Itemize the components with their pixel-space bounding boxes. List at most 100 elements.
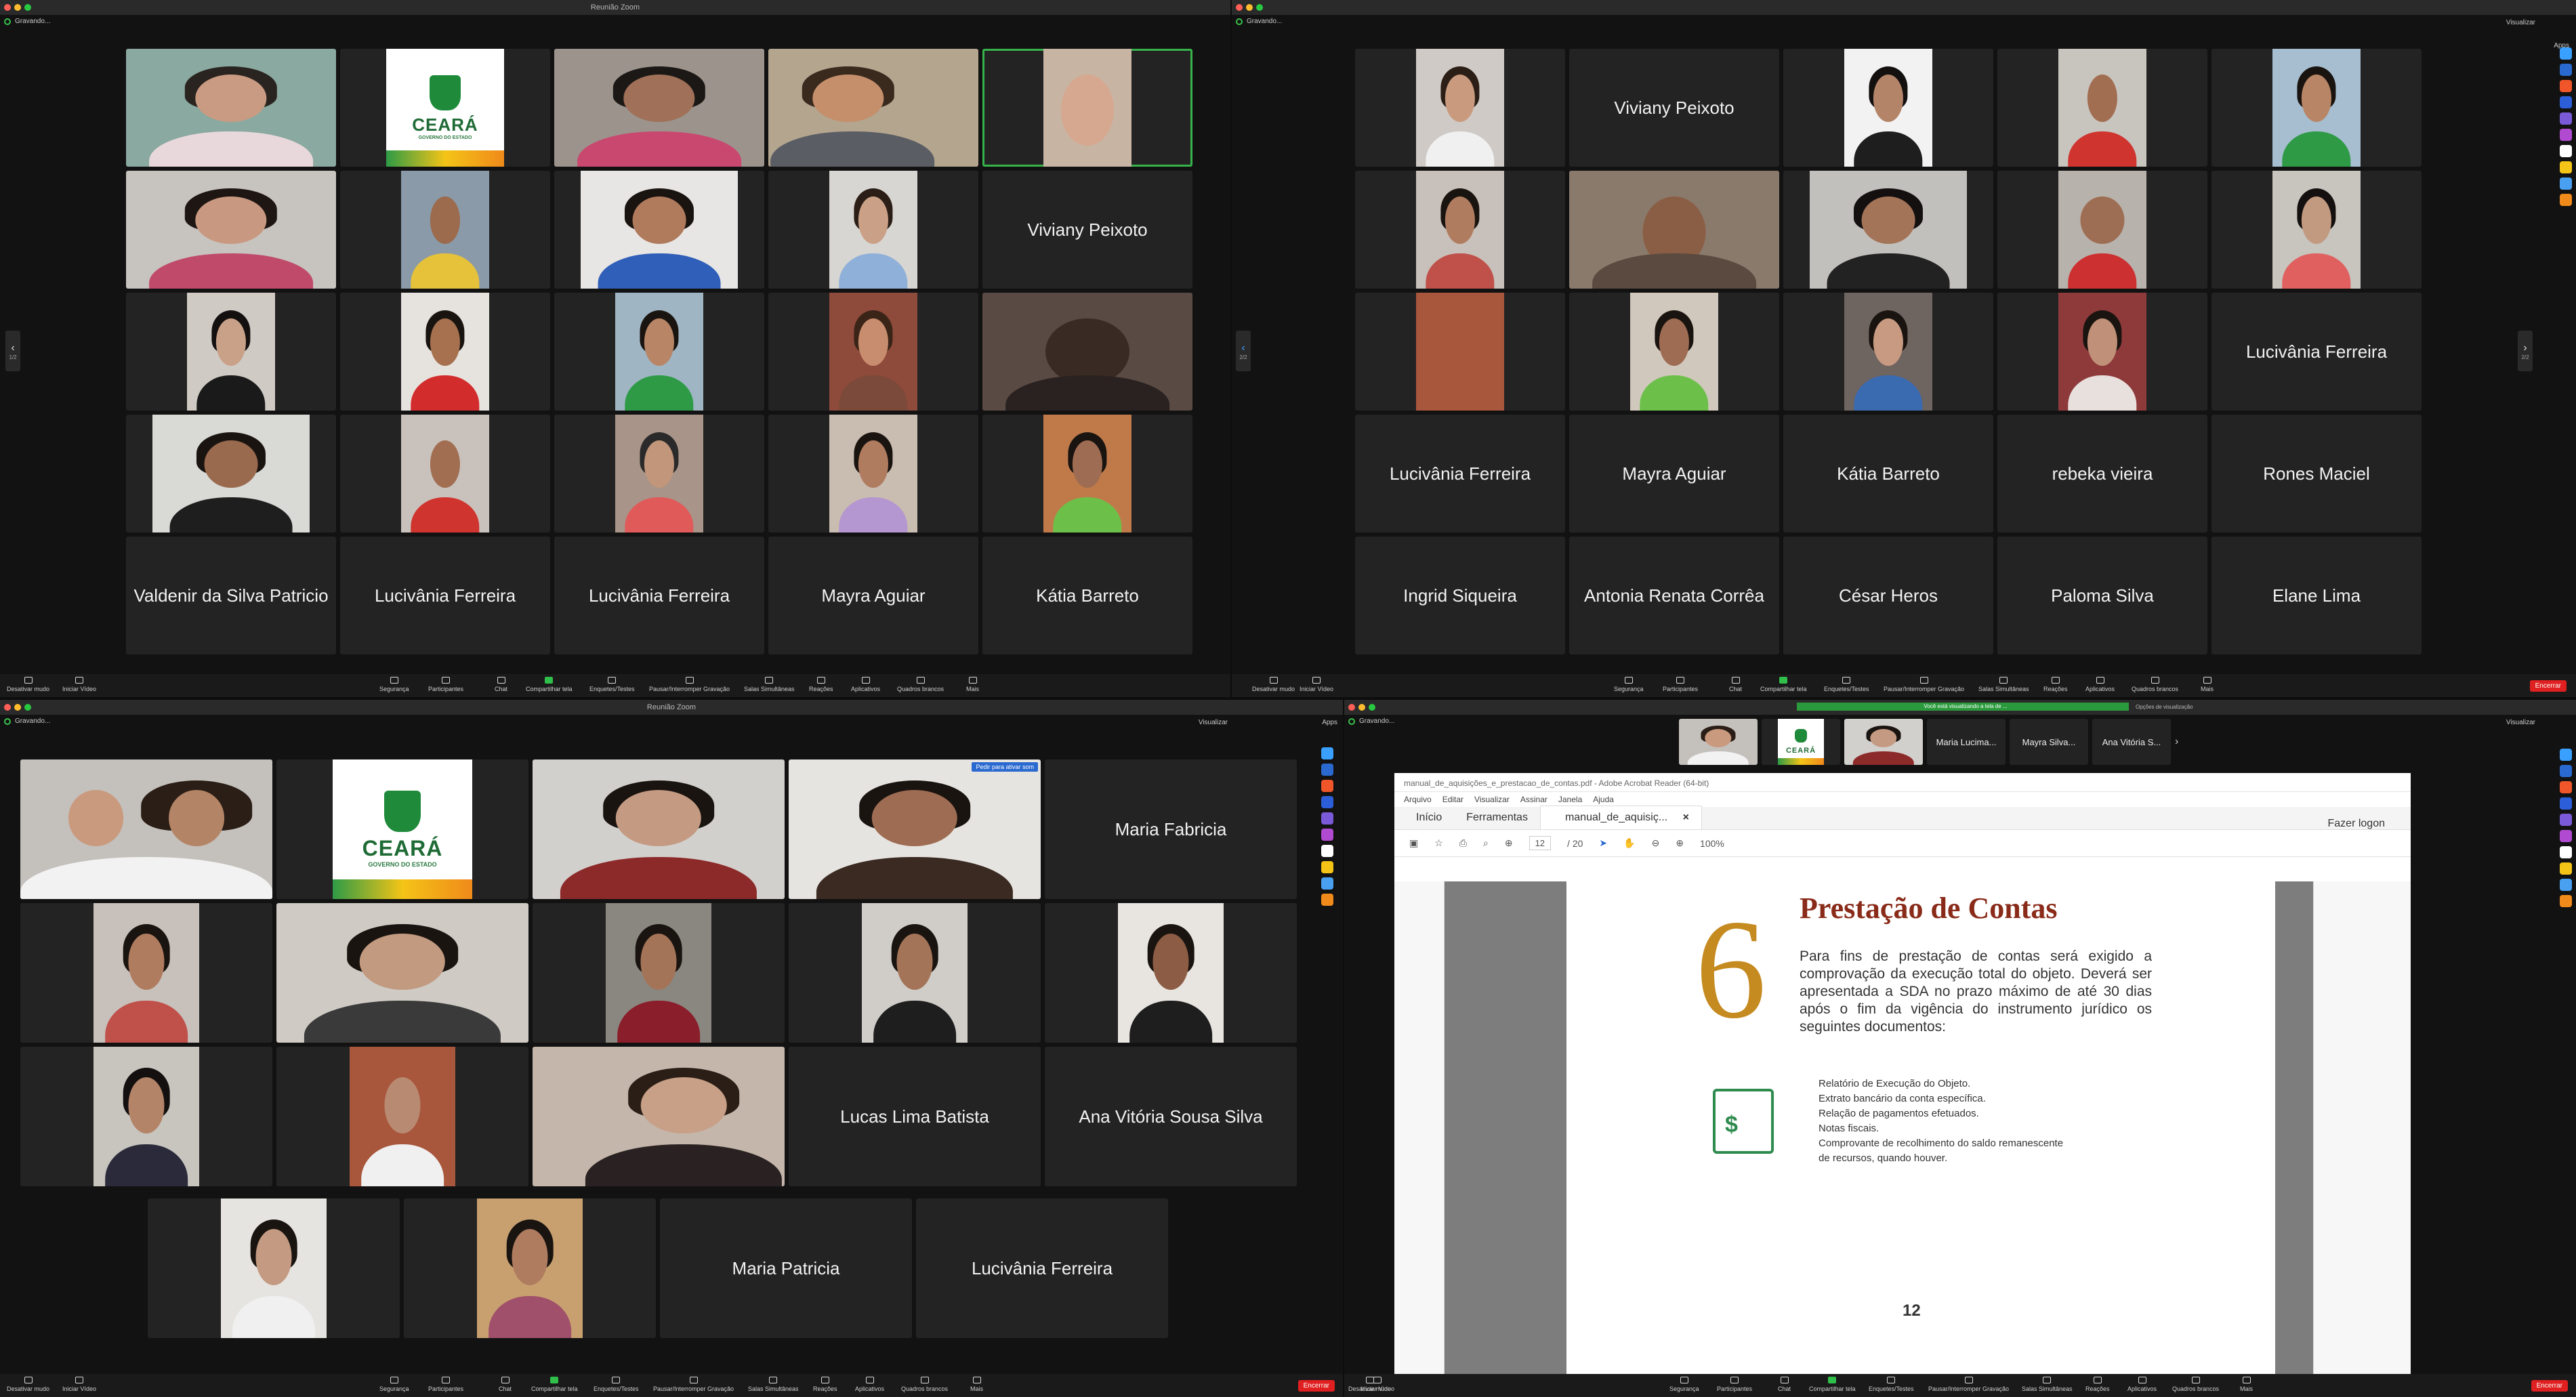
participant-name-tile[interactable]: Mayra Aguiar bbox=[1569, 415, 1779, 533]
participant-video[interactable] bbox=[1355, 49, 1565, 167]
mute-button[interactable]: Desativar mudo bbox=[7, 1377, 49, 1392]
app-icon[interactable] bbox=[2560, 161, 2572, 173]
app-icon[interactable] bbox=[2560, 846, 2572, 858]
menu-edit[interactable]: Editar bbox=[1442, 795, 1463, 804]
reactions-button[interactable]: Reações bbox=[813, 1377, 837, 1392]
recording-indicator[interactable]: Gravando... bbox=[1236, 18, 1282, 25]
apps-button[interactable]: Aplicativos bbox=[2085, 677, 2115, 692]
chevron-right-icon[interactable]: › bbox=[2175, 736, 2178, 748]
record-button[interactable]: Pausar/Interromper Gravação bbox=[1884, 677, 1964, 692]
chat-button[interactable]: Chat bbox=[499, 1377, 512, 1392]
reactions-button[interactable]: Reações bbox=[809, 677, 833, 692]
participant-video[interactable] bbox=[126, 293, 336, 411]
cursor-icon[interactable]: ➤ bbox=[1599, 837, 1607, 849]
app-icon[interactable] bbox=[2560, 194, 2572, 206]
participant-name-tile[interactable]: Lucivânia Ferreira bbox=[1355, 415, 1565, 533]
video-button[interactable]: Iniciar Vídeo bbox=[1300, 677, 1333, 692]
participant-video[interactable] bbox=[1045, 903, 1297, 1043]
app-icon[interactable] bbox=[2560, 814, 2572, 826]
participant-video[interactable] bbox=[276, 1047, 528, 1186]
mute-button[interactable]: Desativar mudo bbox=[1252, 677, 1295, 692]
participant-video[interactable] bbox=[1569, 293, 1779, 411]
app-icon[interactable] bbox=[1321, 812, 1333, 825]
polls-button[interactable]: Enquetes/Testes bbox=[589, 677, 635, 692]
participant-video[interactable] bbox=[554, 293, 764, 411]
participant-name-tile[interactable]: Elane Lima bbox=[2211, 537, 2422, 654]
more-button[interactable]: Mais bbox=[970, 1377, 983, 1392]
end-meeting-button[interactable]: Encerrar bbox=[2531, 1380, 2568, 1392]
app-icon[interactable] bbox=[1321, 747, 1333, 759]
apps-button[interactable]: Aplicativos bbox=[2127, 1377, 2157, 1392]
app-icon[interactable] bbox=[2560, 129, 2572, 141]
app-icon[interactable] bbox=[2560, 830, 2572, 842]
window-controls[interactable] bbox=[1236, 4, 1263, 11]
strip-video[interactable] bbox=[1679, 719, 1758, 765]
window-controls[interactable] bbox=[1348, 704, 1375, 711]
chat-button[interactable]: Chat bbox=[1729, 677, 1742, 692]
mute-button[interactable]: Desativar mudo bbox=[7, 677, 49, 692]
sign-in-button[interactable]: Fazer logon bbox=[2316, 812, 2398, 835]
share-screen-button[interactable]: Compartilhar tela bbox=[1809, 1377, 1856, 1392]
apps-button[interactable]: Aplicativos bbox=[855, 1377, 884, 1392]
app-icon[interactable] bbox=[2560, 145, 2572, 157]
strip-video[interactable]: CEARÁ bbox=[1762, 719, 1840, 765]
search-icon[interactable]: ⌕ bbox=[1483, 837, 1489, 849]
prev-page-arrow[interactable]: ‹ 2/2 bbox=[1236, 331, 1251, 371]
page-number-input[interactable]: 12 bbox=[1529, 836, 1552, 850]
screen-share-banner[interactable]: Você está visualizando a tela de ... bbox=[1797, 703, 2129, 711]
participant-video[interactable] bbox=[789, 903, 1041, 1043]
record-button[interactable]: Pausar/Interromper Gravação bbox=[1928, 1377, 2009, 1392]
app-icon[interactable] bbox=[2560, 178, 2572, 190]
hand-icon[interactable]: ✋ bbox=[1623, 837, 1635, 849]
prev-page-arrow[interactable]: ‹ 1/2 bbox=[5, 331, 20, 371]
next-page-arrow[interactable]: › 2/2 bbox=[2518, 331, 2533, 371]
app-icon[interactable] bbox=[2560, 64, 2572, 76]
participant-name-tile[interactable]: Kátia Barreto bbox=[1783, 415, 1993, 533]
participant-video-active[interactable] bbox=[20, 759, 272, 899]
recording-indicator[interactable]: Gravando... bbox=[4, 18, 50, 25]
zoom-in-icon[interactable]: ⊕ bbox=[1676, 837, 1684, 849]
view-button[interactable]: Visualizar bbox=[2506, 19, 2535, 26]
participant-name-tile[interactable]: Antonia Renata Corrêa bbox=[1569, 537, 1779, 654]
app-icon[interactable] bbox=[1321, 796, 1333, 808]
app-icon[interactable] bbox=[2560, 895, 2572, 907]
reactions-button[interactable]: Reações bbox=[2043, 677, 2068, 692]
participant-name-tile[interactable]: Maria Patricia bbox=[660, 1198, 912, 1338]
whiteboard-button[interactable]: Quadros brancos bbox=[901, 1377, 948, 1392]
breakout-rooms-button[interactable]: Salas Simultâneas bbox=[748, 1377, 799, 1392]
participant-video[interactable] bbox=[768, 415, 978, 533]
save-icon[interactable]: ▣ bbox=[1409, 837, 1418, 849]
participant-name-tile[interactable]: Lucivânia Ferreira bbox=[916, 1198, 1168, 1338]
menu-help[interactable]: Ajuda bbox=[1593, 795, 1614, 804]
participant-video[interactable] bbox=[533, 903, 785, 1043]
participant-name-tile[interactable]: Viviany Peixoto bbox=[982, 171, 1192, 289]
strip-name-tile[interactable]: Mayra Silva... bbox=[2010, 719, 2088, 765]
app-icon[interactable] bbox=[1321, 845, 1333, 857]
app-icon[interactable] bbox=[1321, 894, 1333, 906]
participant-video[interactable] bbox=[768, 171, 978, 289]
participant-video[interactable] bbox=[982, 415, 1192, 533]
participant-video[interactable] bbox=[126, 415, 336, 533]
participant-name-tile[interactable]: Paloma Silva bbox=[1997, 537, 2207, 654]
app-icon[interactable] bbox=[1321, 829, 1333, 841]
menu-view[interactable]: Visualizar bbox=[1474, 795, 1510, 804]
print-icon[interactable]: ⎙ bbox=[1459, 837, 1467, 849]
app-icon[interactable] bbox=[2560, 797, 2572, 810]
whiteboard-button[interactable]: Quadros brancos bbox=[2172, 1377, 2219, 1392]
menu-window[interactable]: Janela bbox=[1558, 795, 1582, 804]
participant-video[interactable]: CEARÁ GOVERNO DO ESTADO bbox=[276, 759, 528, 899]
participant-video[interactable] bbox=[340, 415, 550, 533]
app-icon[interactable] bbox=[1321, 780, 1333, 792]
record-button[interactable]: Pausar/Interromper Gravação bbox=[653, 1377, 734, 1392]
participant-name-tile[interactable]: rebeka vieira bbox=[1997, 415, 2207, 533]
security-button[interactable]: Segurança bbox=[1614, 677, 1644, 692]
unmute-request-badge[interactable]: Pedir para ativar som bbox=[972, 762, 1038, 772]
window-controls[interactable] bbox=[4, 704, 31, 711]
participant-video[interactable]: Pedir para ativar som bbox=[789, 759, 1041, 899]
app-icon[interactable] bbox=[1321, 877, 1333, 890]
participant-video[interactable] bbox=[768, 293, 978, 411]
participant-name-tile[interactable]: Lucivânia Ferreira bbox=[554, 537, 764, 654]
app-icon[interactable] bbox=[2560, 879, 2572, 891]
participant-name-tile[interactable]: Lucas Lima Batista bbox=[789, 1047, 1041, 1186]
security-button[interactable]: Segurança bbox=[379, 677, 409, 692]
